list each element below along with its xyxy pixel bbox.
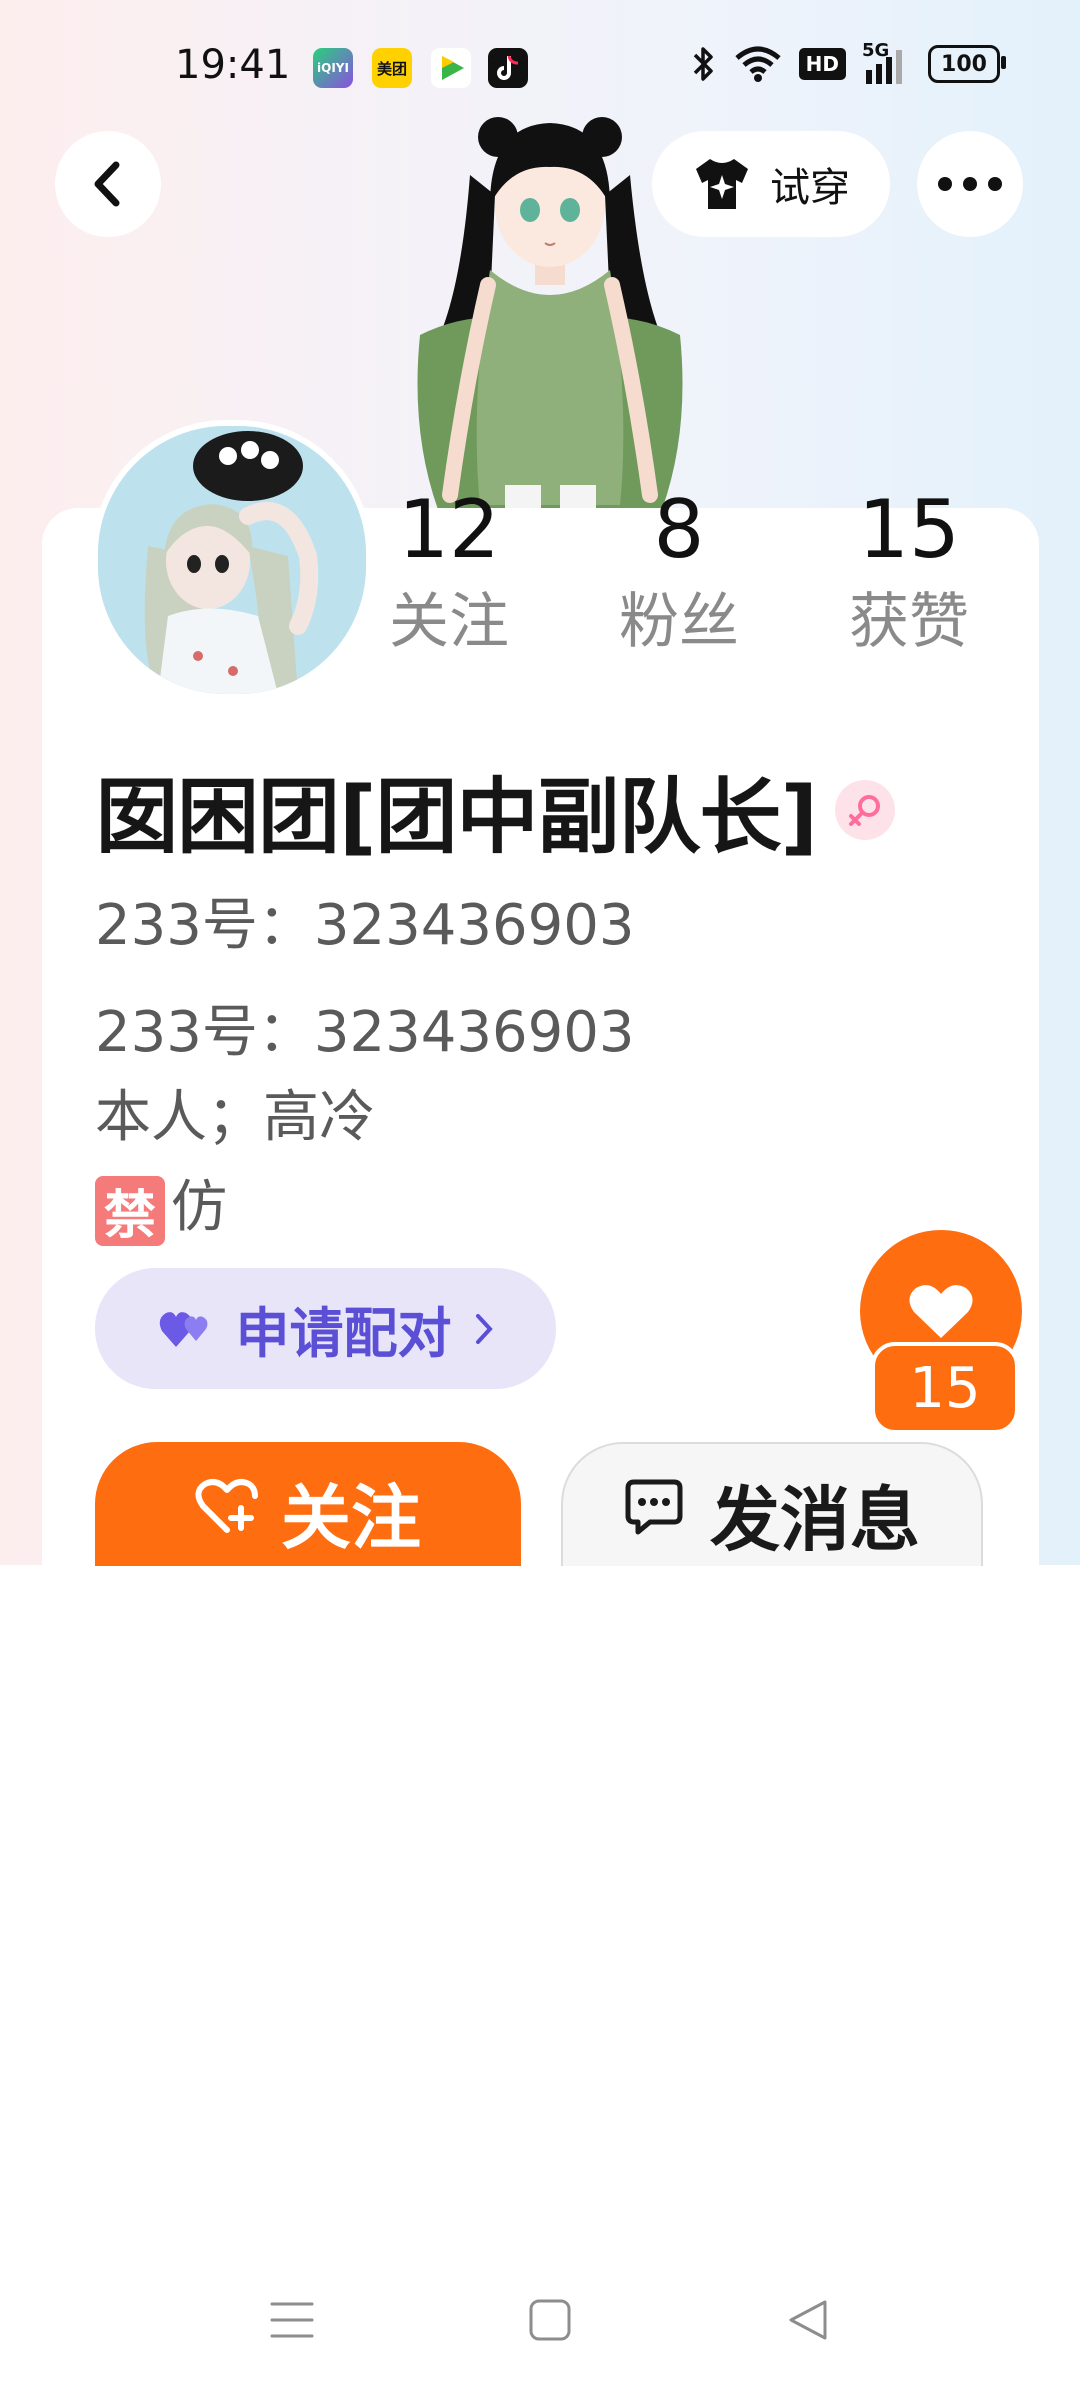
stat-fans[interactable]: 8 粉丝 (569, 483, 789, 657)
profile-avatar[interactable] (92, 420, 372, 700)
status-right-group: HD 5G 100 (691, 40, 1006, 84)
double-heart-icon (159, 1311, 207, 1347)
bluetooth-icon (693, 47, 713, 81)
signal-icon: 5G (862, 40, 912, 84)
profile-name: 囡困团[团中副队长] (96, 770, 818, 865)
follow-button[interactable]: 关注 (95, 1442, 521, 1566)
chevron-right-icon (475, 1313, 493, 1344)
nav-back-button[interactable] (778, 2290, 838, 2350)
more-dots-icon (938, 177, 1002, 191)
wifi-icon (735, 46, 781, 82)
stat-following-label: 关注 (389, 587, 509, 657)
back-button[interactable] (55, 131, 161, 237)
stat-fans-label: 粉丝 (619, 587, 739, 657)
menu-lines-icon (270, 2302, 314, 2338)
profile-bio-ban-text: 仿 (171, 1175, 227, 1240)
profile-id-line-2: 233号：323436903 (95, 1000, 635, 1065)
video-app-icon (431, 48, 471, 88)
stat-likes-count: 15 (858, 483, 960, 576)
follow-label: 关注 (281, 1477, 421, 1559)
heart-icon (909, 1285, 973, 1338)
apply-pair-button[interactable]: 申请配对 (95, 1268, 556, 1389)
female-gender-icon (834, 779, 895, 840)
nav-menu-button[interactable] (262, 2290, 322, 2350)
chevron-left-icon (94, 161, 120, 207)
send-message-label: 发消息 (710, 1479, 920, 1561)
apply-pair-label: 申请配对 (235, 1302, 452, 1365)
ban-emoji-icon: 禁 (95, 1175, 165, 1246)
chat-bubble-icon (625, 1479, 683, 1535)
profile-bio-line: 本人；高冷 (95, 1085, 375, 1150)
iqiyi-icon: iQIYI (313, 48, 353, 88)
douyin-icon (488, 48, 528, 88)
nav-home-button[interactable] (520, 2290, 580, 2350)
back-triangle-icon (789, 2300, 827, 2340)
heart-plus-icon (195, 1479, 258, 1533)
like-count-badge: 15 (871, 1342, 1019, 1434)
system-navigation-bar (0, 2290, 1080, 2360)
hd-badge: HD (798, 48, 846, 80)
battery-icon: 100 (928, 45, 1006, 83)
meituan-icon: 美团 (372, 48, 412, 88)
profile-id-line-1: 233号：323436903 (95, 893, 635, 958)
status-time: 19:41 (175, 42, 291, 88)
try-on-label: 试穿 (770, 165, 850, 211)
stat-likes-label: 获赞 (849, 587, 969, 657)
more-button[interactable] (917, 131, 1023, 237)
stat-following-count: 12 (398, 483, 500, 576)
avatar-3d-figure[interactable] (380, 105, 720, 525)
stat-following[interactable]: 12 关注 (339, 483, 559, 657)
stat-likes[interactable]: 15 获赞 (799, 483, 1019, 657)
stat-fans-count: 8 (653, 483, 705, 576)
profile-name-row: 囡困团[团中副队长] (96, 750, 895, 869)
profile-bio-ban-line: 禁仿 (95, 1162, 227, 1246)
home-square-icon (529, 2299, 571, 2341)
send-message-button[interactable]: 发消息 (561, 1442, 983, 1566)
